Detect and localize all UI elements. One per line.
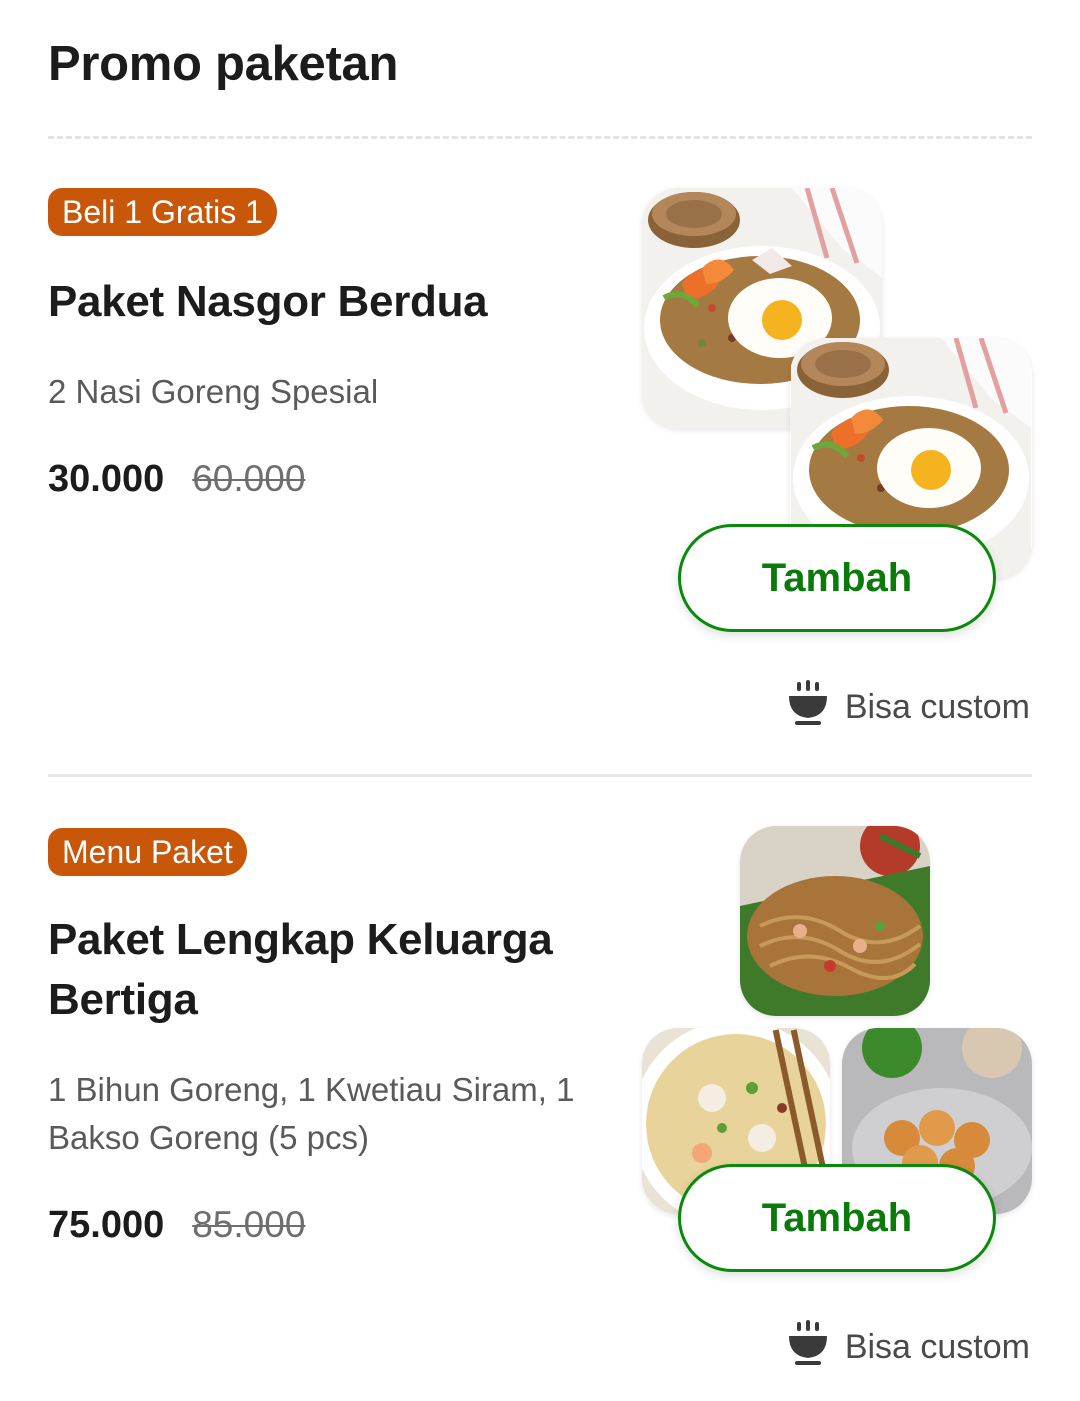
original-price: 85.000 bbox=[192, 1204, 306, 1245]
item-title: Paket Nasgor Berdua bbox=[48, 277, 488, 326]
customizable-label: Bisa custom bbox=[844, 1328, 1030, 1366]
discount-price: 75.000 bbox=[48, 1204, 165, 1246]
discount-price: 30.000 bbox=[48, 458, 165, 500]
item-description: 2 Nasi Goreng Spesial bbox=[48, 373, 379, 410]
price-row: 30.000 60.000 bbox=[48, 458, 305, 501]
bowl-icon bbox=[787, 680, 829, 735]
item-divider bbox=[48, 774, 1032, 777]
promo-badge: Beli 1 Gratis 1 bbox=[48, 188, 277, 236]
item-description: 1 Bihun Goreng, 1 Kwetiau Siram, 1 Bakso… bbox=[48, 1071, 575, 1156]
bowl-icon bbox=[787, 1320, 829, 1375]
fried-vermicelli-image[interactable] bbox=[740, 826, 930, 1016]
add-button[interactable]: Tambah bbox=[678, 1164, 996, 1272]
customizable-label: Bisa custom bbox=[844, 688, 1030, 726]
promo-badge: Menu Paket bbox=[48, 828, 247, 876]
customizable-indicator: Bisa custom bbox=[787, 1320, 1030, 1375]
price-row: 75.000 85.000 bbox=[48, 1204, 305, 1247]
dotted-divider bbox=[48, 136, 1032, 139]
original-price: 60.000 bbox=[192, 458, 306, 499]
section-title: Promo paketan bbox=[48, 37, 399, 91]
promo-section: Promo paketan Beli 1 Gratis 1 Paket Nasg… bbox=[0, 0, 1080, 1401]
add-button[interactable]: Tambah bbox=[678, 524, 996, 632]
item-title: Paket Lengkap Keluarga Bertiga bbox=[48, 915, 553, 1024]
customizable-indicator: Bisa custom bbox=[787, 680, 1030, 735]
